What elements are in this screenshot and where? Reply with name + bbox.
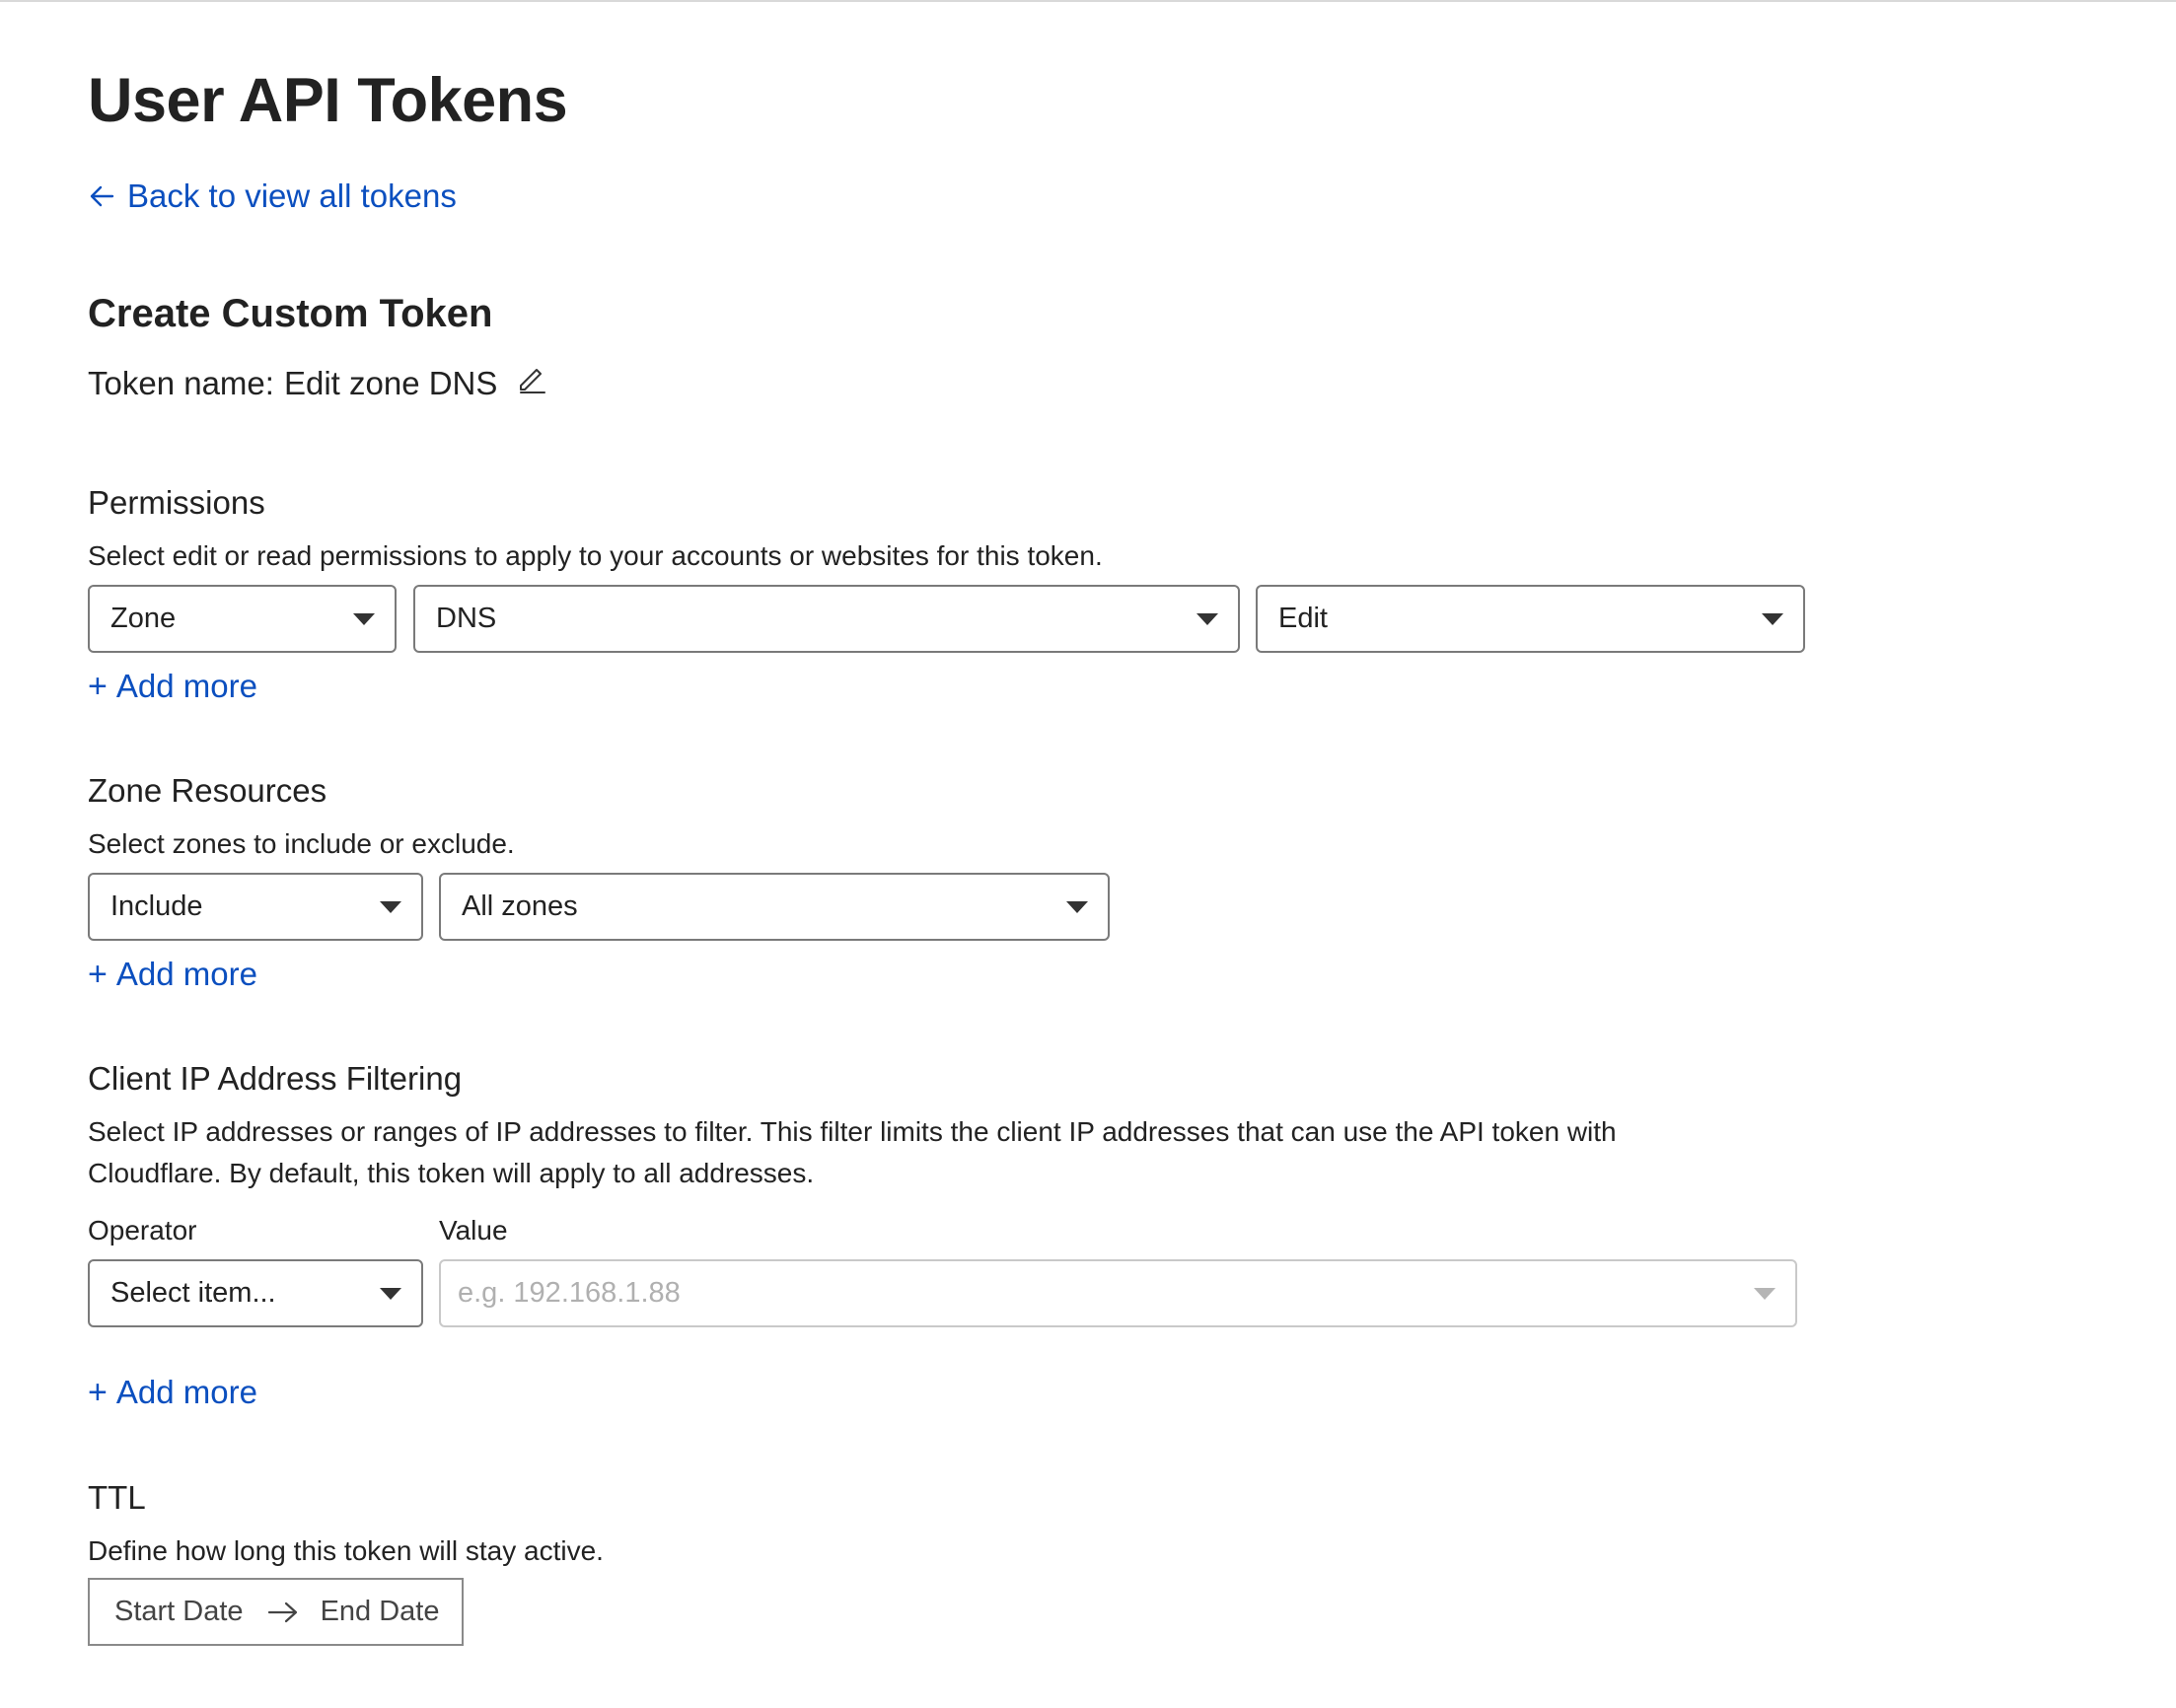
permission-scope-value: Zone <box>110 603 177 634</box>
ttl-heading: TTL <box>88 1479 146 1516</box>
ip-value-combobox[interactable] <box>439 1259 1797 1327</box>
permission-access-value: Edit <box>1278 603 1328 634</box>
permissions-add-more-link[interactable]: + Add more <box>88 668 257 705</box>
permission-resource-select[interactable]: DNS <box>413 585 1240 653</box>
chevron-down-icon <box>1762 612 1783 625</box>
chevron-down-icon <box>1754 1287 1776 1300</box>
chevron-down-icon <box>1066 900 1088 913</box>
permissions-description: Select edit or read permissions to apply… <box>88 540 1103 571</box>
operator-select-value: Select item... <box>110 1277 276 1309</box>
back-link-label: Back to view all tokens <box>127 178 457 214</box>
zone-resources-description: Select zones to include or exclude. <box>88 828 515 859</box>
value-label: Value <box>439 1215 508 1245</box>
arrow-right-icon <box>267 1601 297 1622</box>
section-title: Create Custom Token <box>88 292 493 335</box>
ip-filtering-description-line2: Cloudflare. By default, this token will … <box>88 1158 815 1188</box>
token-name-row: Token name: Edit zone DNS <box>88 365 546 402</box>
zone-resources-heading: Zone Resources <box>88 772 327 809</box>
operator-label: Operator <box>88 1215 197 1245</box>
add-more-label: Add more <box>115 1374 257 1410</box>
permission-resource-value: DNS <box>436 603 497 634</box>
start-date-field[interactable]: Start Date <box>114 1596 244 1628</box>
zone-resources-add-more-link[interactable]: + Add more <box>88 956 257 993</box>
add-more-label: Add more <box>115 956 257 992</box>
permissions-heading: Permissions <box>88 484 265 521</box>
ip-filtering-heading: Client IP Address Filtering <box>88 1060 463 1097</box>
ttl-description: Define how long this token will stay act… <box>88 1535 604 1566</box>
permission-scope-select[interactable]: Zone <box>88 585 397 653</box>
ip-filtering-add-more-link[interactable]: + Add more <box>88 1374 257 1411</box>
chevron-down-icon <box>380 1287 401 1300</box>
chevron-down-icon <box>353 612 375 625</box>
ttl-date-range-picker[interactable]: Start Date End Date <box>88 1578 464 1646</box>
end-date-field[interactable]: End Date <box>321 1596 440 1628</box>
page-title: User API Tokens <box>88 66 568 135</box>
permission-access-select[interactable]: Edit <box>1256 585 1805 653</box>
top-divider <box>0 0 2176 2</box>
zone-select-value: All zones <box>462 890 578 922</box>
add-more-label: Add more <box>115 668 257 704</box>
ip-filtering-description-line1: Select IP addresses or ranges of IP addr… <box>88 1116 1617 1147</box>
plus-icon: + <box>88 668 108 705</box>
token-name-label: Token name: <box>88 365 274 401</box>
token-name-value: Edit zone DNS <box>283 365 498 401</box>
chevron-down-icon <box>380 900 401 913</box>
zone-mode-select[interactable]: Include <box>88 873 423 941</box>
operator-select[interactable]: Select item... <box>88 1259 423 1327</box>
plus-icon: + <box>88 956 108 993</box>
plus-icon: + <box>88 1374 108 1411</box>
chevron-down-icon <box>1197 612 1218 625</box>
zone-mode-value: Include <box>110 890 203 922</box>
ip-value-input[interactable] <box>458 1277 1641 1310</box>
arrow-left-icon <box>90 185 114 207</box>
zone-select[interactable]: All zones <box>439 873 1110 941</box>
back-to-tokens-link[interactable]: Back to view all tokens <box>88 178 457 215</box>
pencil-edit-icon[interactable] <box>517 364 546 393</box>
